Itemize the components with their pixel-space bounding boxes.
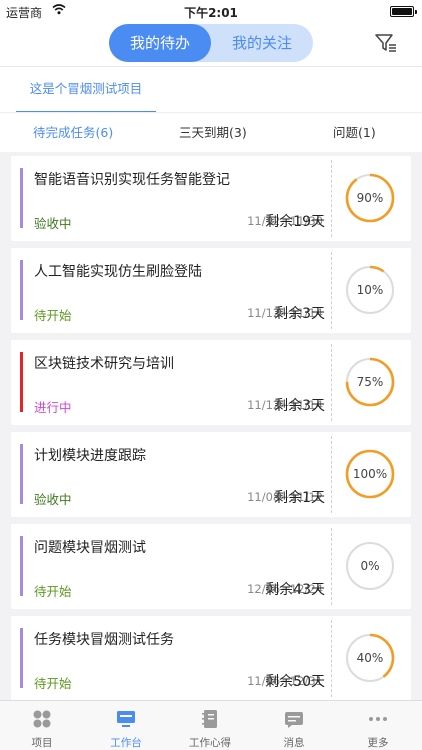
- task-card[interactable]: 智能语音识别实现任务智能登记 验收中 11/12~11/30 剩余19天 90%: [11, 156, 411, 241]
- priority-bar: [20, 352, 23, 412]
- battery-icon: [390, 6, 417, 17]
- progress-percent: 40%: [356, 651, 384, 665]
- task-card[interactable]: 计划模块进度跟踪 验收中 11/08~11/12 剩余1天 100%: [11, 432, 411, 517]
- task-remaining-days: 剩余43天: [265, 582, 325, 598]
- progress-percent: 90%: [356, 191, 384, 205]
- tab-bar-label: 更多: [367, 737, 389, 749]
- progress-ring: 75%: [344, 356, 396, 408]
- task-remaining-days: 剩余1天: [274, 490, 325, 506]
- card-divider: [331, 620, 332, 697]
- card-divider: [331, 528, 332, 605]
- status-bar: 运营商 下午2:01: [0, 0, 422, 24]
- task-remaining-days: 剩余3天: [274, 398, 325, 414]
- task-title: 问题模块冒烟测试: [34, 540, 146, 556]
- card-divider: [331, 436, 332, 513]
- task-title: 计划模块进度跟踪: [34, 448, 146, 464]
- message-icon: [284, 709, 304, 729]
- bottom-tab-bar: 项目 工作台 工作心得 消息 更多: [0, 700, 422, 750]
- priority-bar: [20, 628, 23, 688]
- tab-my-follow[interactable]: 我的关注: [211, 24, 313, 62]
- task-list: 智能语音识别实现任务智能登记 验收中 11/12~11/30 剩余19天 90% 人工智能…: [0, 152, 422, 700]
- notebook-icon: [200, 709, 220, 729]
- tab-bar-workbench[interactable]: 工作台: [84, 701, 168, 750]
- priority-bar: [20, 536, 23, 596]
- task-card[interactable]: 区块链技术研究与培训 进行中 11/12~11/14 剩余3天 75%: [11, 340, 411, 425]
- progress-ring: 40%: [344, 632, 396, 684]
- task-remaining-days: 剩余50天: [265, 674, 325, 690]
- tab-bar-label: 工作心得: [189, 737, 231, 749]
- card-divider: [331, 344, 332, 421]
- project-tab-row: 这是个冒烟测试项目: [0, 66, 422, 113]
- priority-bar: [20, 260, 23, 320]
- task-status: 验收中: [34, 492, 72, 507]
- grid-icon: [32, 709, 52, 729]
- header: 我的待办 我的关注: [0, 24, 422, 66]
- progress-ring: 0%: [344, 540, 396, 592]
- segmented-control: 我的待办 我的关注: [109, 24, 313, 62]
- progress-percent: 100%: [352, 467, 388, 481]
- tab-bar-label: 项目: [31, 737, 53, 749]
- priority-bar: [20, 444, 23, 504]
- clock: 下午2:01: [184, 6, 238, 20]
- progress-percent: 75%: [356, 375, 384, 389]
- tab-due-in-three-days[interactable]: 三天到期(3): [179, 113, 247, 153]
- task-title: 区块链技术研究与培训: [34, 356, 174, 372]
- task-title: 人工智能实现仿生刷脸登陆: [34, 264, 202, 280]
- task-status: 待开始: [34, 308, 72, 323]
- tab-bar-notes[interactable]: 工作心得: [168, 701, 252, 750]
- progress-ring: 10%: [344, 264, 396, 316]
- task-card[interactable]: 人工智能实现仿生刷脸登陆 待开始 11/12~11/14 剩余3天 10%: [11, 248, 411, 333]
- app-screen: 运营商 下午2:01 我的待办 我的关注 这是个冒烟测试项目 待完成任务(6) …: [0, 0, 422, 750]
- priority-bar: [20, 168, 23, 228]
- task-status: 待开始: [34, 676, 72, 691]
- progress-ring: 90%: [344, 172, 396, 224]
- task-title: 任务模块冒烟测试任务: [34, 632, 174, 648]
- tab-project[interactable]: 这是个冒烟测试项目: [16, 67, 156, 113]
- task-status: 验收中: [34, 216, 72, 231]
- task-status: 进行中: [34, 400, 72, 415]
- progress-percent: 10%: [356, 283, 384, 297]
- filter-tabs: 待完成任务(6) 三天到期(3) 问题(1): [0, 112, 422, 152]
- task-status: 待开始: [34, 584, 72, 599]
- tab-pending-tasks[interactable]: 待完成任务(6): [33, 113, 113, 153]
- task-card[interactable]: 问题模块冒烟测试 待开始 12/06~12/24 剩余43天 0%: [11, 524, 411, 609]
- task-remaining-days: 剩余19天: [265, 214, 325, 230]
- task-title: 智能语音识别实现任务智能登记: [34, 172, 230, 188]
- tab-bar-label: 工作台: [110, 737, 142, 749]
- tab-bar-messages[interactable]: 消息: [252, 701, 336, 750]
- filter-list-icon[interactable]: [374, 32, 398, 54]
- tab-bar-projects[interactable]: 项目: [0, 701, 84, 750]
- progress-percent: 0%: [360, 559, 380, 573]
- tab-bar-label: 消息: [283, 737, 305, 749]
- progress-ring: 100%: [344, 448, 396, 500]
- task-remaining-days: 剩余3天: [274, 306, 325, 322]
- task-card[interactable]: 任务模块冒烟测试任务 待开始 11/06~12/31 剩余50天 40%: [11, 616, 411, 700]
- tab-bar-more[interactable]: 更多: [336, 701, 420, 750]
- tab-issues[interactable]: 问题(1): [333, 113, 376, 153]
- more-dots-icon: [368, 709, 388, 729]
- monitor-icon: [116, 709, 136, 729]
- card-divider: [331, 252, 332, 329]
- tab-my-todo[interactable]: 我的待办: [109, 24, 211, 62]
- card-divider: [331, 160, 332, 237]
